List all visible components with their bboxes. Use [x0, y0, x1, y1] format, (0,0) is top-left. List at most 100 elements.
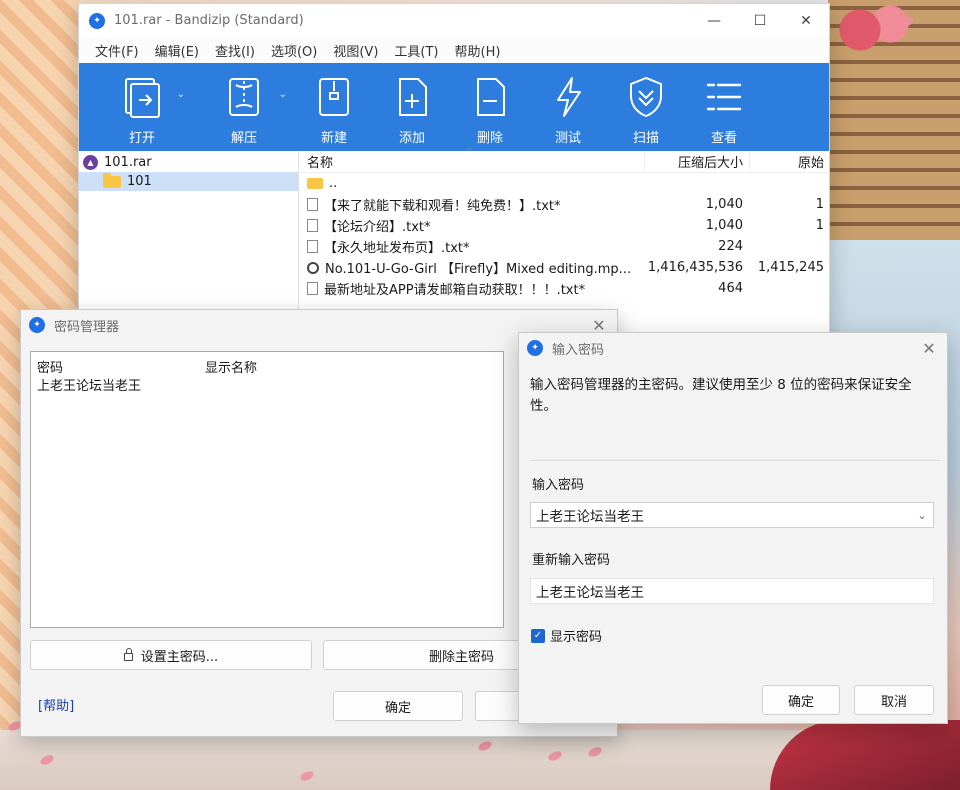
- extract-icon: [222, 75, 266, 119]
- extract-dropdown-chevron-icon[interactable]: ⌄: [279, 89, 287, 100]
- column-header-original[interactable]: 原始: [749, 152, 824, 171]
- shield-icon: [624, 75, 668, 119]
- tree-item-archive[interactable]: ▲ 101.rar: [79, 153, 298, 172]
- button-label: 取消: [880, 694, 907, 710]
- new-label: 新建: [320, 131, 347, 146]
- minimize-button[interactable]: —: [691, 4, 737, 37]
- open-icon: [120, 75, 164, 119]
- menu-help[interactable]: 帮助(H): [447, 41, 509, 60]
- file-name: ..: [329, 176, 338, 191]
- delete-button[interactable]: 删除: [451, 63, 529, 151]
- maximize-button[interactable]: ☐: [737, 4, 783, 37]
- scan-button[interactable]: 扫描: [607, 63, 685, 151]
- button-label: 设置主密码...: [140, 649, 219, 665]
- open-button[interactable]: 打开 ⌄: [91, 63, 193, 151]
- tree-item-label: 101: [127, 174, 152, 189]
- new-button[interactable]: 新建: [295, 63, 373, 151]
- menu-file[interactable]: 文件(F): [87, 41, 147, 60]
- file-name: 【来了就能下载和观看！纯免费！】.txt*: [324, 199, 561, 214]
- ok-button[interactable]: 确定: [333, 691, 463, 721]
- password-list[interactable]: 密码 显示名称 上老王论坛当老王: [30, 351, 504, 628]
- file-name: 【论坛介绍】.txt*: [324, 220, 431, 235]
- scan-label: 扫描: [632, 131, 659, 146]
- password-field[interactable]: 上老王论坛当老王 ⌄: [530, 502, 934, 528]
- file-name: 最新地址及APP请发邮箱自动获取！！！.txt*: [324, 283, 586, 298]
- column-header-password[interactable]: 密码: [37, 357, 205, 376]
- menu-bar: 文件(F) 编辑(E) 查找(I) 选项(O) 视图(V) 工具(T) 帮助(H…: [79, 37, 829, 63]
- file-compressed-size: 224: [718, 239, 743, 254]
- confirm-password-value: 上老王论坛当老王: [536, 585, 644, 601]
- menu-view[interactable]: 视图(V): [325, 41, 386, 60]
- sort-caret-icon: ^: [465, 147, 474, 158]
- add-file-icon: [390, 75, 434, 119]
- button-label: 删除主密码: [428, 649, 494, 665]
- delete-file-icon: [468, 75, 512, 119]
- password-label: 输入密码: [532, 478, 585, 493]
- tree-item-folder[interactable]: 101: [79, 172, 298, 191]
- bandizip-window: ✦ 101.rar - Bandizip (Standard) — ☐ ✕ 文件…: [78, 3, 830, 338]
- menu-find[interactable]: 查找(I): [207, 41, 263, 60]
- help-link[interactable]: [帮助]: [38, 695, 74, 714]
- list-item[interactable]: 上老王论坛当老王: [31, 374, 503, 394]
- tree-item-label: 101.rar: [104, 155, 152, 170]
- chevron-down-icon[interactable]: ⌄: [911, 509, 933, 522]
- close-icon[interactable]: ✕: [911, 339, 947, 358]
- bandizip-logo-icon: ✦: [527, 340, 543, 356]
- button-label: 确定: [787, 694, 814, 710]
- show-password-label: 显示密码: [550, 630, 603, 645]
- set-master-password-button[interactable]: 设置主密码...: [30, 640, 312, 670]
- file-row[interactable]: 【永久地址发布页】.txt* 224: [299, 236, 829, 257]
- divider: [530, 460, 940, 461]
- file-compressed-size: 464: [718, 281, 743, 296]
- dialog-description: 输入密码管理器的主密码。建议使用至少 8 位的密码来保证安全性。: [530, 377, 912, 414]
- open-dropdown-chevron-icon[interactable]: ⌄: [177, 89, 185, 100]
- ok-button[interactable]: 确定: [762, 685, 840, 715]
- extract-label: 解压: [230, 131, 257, 146]
- show-password-checkbox[interactable]: ✓ 显示密码: [531, 626, 602, 645]
- file-name: No.101-U-Go-Girl 【Firefly】Mixed editing.…: [325, 262, 632, 277]
- saved-password: 上老王论坛当老王: [37, 378, 142, 394]
- file-original-size: 1,415,245: [757, 260, 824, 275]
- extract-button[interactable]: 解压 ⌄: [193, 63, 295, 151]
- column-header-display-name[interactable]: 显示名称: [205, 357, 257, 376]
- new-archive-icon: [312, 75, 356, 119]
- file-original-size: 1: [815, 197, 824, 212]
- text-file-icon: [307, 282, 318, 295]
- file-row[interactable]: 【来了就能下载和观看！纯免费！】.txt* 1,040 1: [299, 194, 829, 215]
- view-button[interactable]: 查看: [685, 63, 763, 151]
- column-header-compressed[interactable]: 压缩后大小: [644, 152, 749, 171]
- file-row[interactable]: 【论坛介绍】.txt* 1,040 1: [299, 215, 829, 236]
- file-row[interactable]: No.101-U-Go-Girl 【Firefly】Mixed editing.…: [299, 257, 829, 278]
- file-row[interactable]: 最新地址及APP请发邮箱自动获取！！！.txt* 464: [299, 278, 829, 299]
- dialog-title-bar[interactable]: ✦ 输入密码 ✕: [519, 333, 947, 363]
- add-button[interactable]: 添加: [373, 63, 451, 151]
- confirm-password-label: 重新输入密码: [532, 553, 611, 568]
- menu-options[interactable]: 选项(O): [263, 41, 325, 60]
- archive-icon: ▲: [83, 155, 98, 170]
- file-compressed-size: 1,416,435,536: [647, 260, 743, 275]
- cancel-button[interactable]: 取消: [854, 685, 934, 715]
- file-list-header: ^ 名称 压缩后大小 原始: [299, 147, 829, 173]
- video-file-icon: [307, 261, 319, 274]
- file-compressed-size: 1,040: [705, 197, 743, 212]
- wallpaper-blossoms: [820, 0, 920, 60]
- toolbar: 打开 ⌄ 解压 ⌄ 新建 添加 删除 测试 扫描 查看: [79, 63, 829, 151]
- password-list-header: 密码 显示名称: [31, 352, 503, 376]
- list-view-icon: [702, 75, 746, 119]
- test-label: 测试: [554, 131, 581, 146]
- menu-edit[interactable]: 编辑(E): [147, 41, 207, 60]
- view-label: 查看: [710, 131, 737, 146]
- text-file-icon: [307, 219, 318, 232]
- file-row[interactable]: ..: [299, 173, 829, 194]
- dialog-title: 输入密码: [552, 342, 605, 358]
- bandizip-logo-icon: ✦: [29, 317, 45, 333]
- test-button[interactable]: 测试: [529, 63, 607, 151]
- text-file-icon: [307, 240, 318, 253]
- confirm-password-field[interactable]: 上老王论坛当老王: [530, 578, 934, 604]
- file-compressed-size: 1,040: [705, 218, 743, 233]
- bandizip-logo-icon: ✦: [89, 12, 105, 29]
- text-file-icon: [307, 198, 318, 211]
- close-button[interactable]: ✕: [783, 4, 829, 37]
- title-bar[interactable]: ✦ 101.rar - Bandizip (Standard) — ☐ ✕: [79, 4, 829, 37]
- menu-tools[interactable]: 工具(T): [386, 41, 446, 60]
